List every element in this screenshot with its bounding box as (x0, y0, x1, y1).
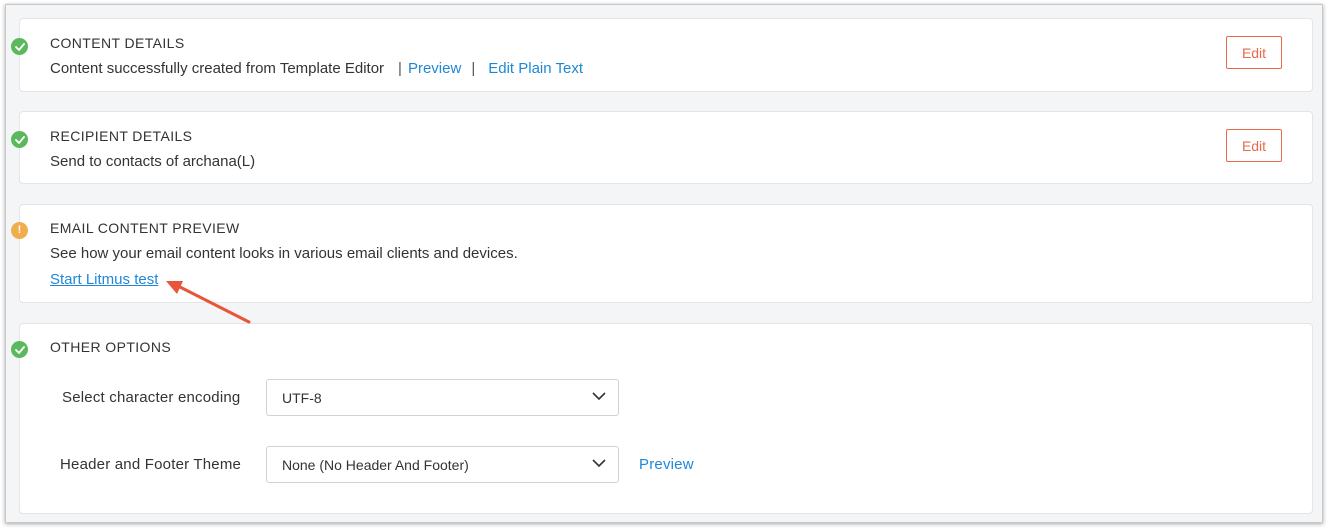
content-details-card: CONTENT DETAILS Content successfully cre… (11, 18, 1313, 92)
check-circle-icon (11, 131, 28, 148)
character-encoding-label: Select character encoding (62, 389, 241, 406)
check-circle-icon (11, 341, 28, 358)
other-options-title: OTHER OPTIONS (50, 339, 172, 355)
header-footer-theme-select[interactable]: None (No Header And Footer) (266, 446, 619, 483)
chevron-down-icon (592, 459, 606, 468)
content-details-title: CONTENT DETAILS (50, 35, 185, 51)
email-content-preview-card: ! EMAIL CONTENT PREVIEW See how your ema… (11, 204, 1313, 303)
header-footer-theme-label: Header and Footer Theme (60, 456, 242, 473)
header-footer-theme-value: None (No Header And Footer) (282, 456, 469, 473)
email-preview-description: See how your email content looks in vari… (50, 245, 518, 262)
check-circle-icon (11, 38, 28, 55)
recipient-details-card: RECIPIENT DETAILS Send to contacts of ar… (11, 111, 1313, 184)
recipient-edit-button[interactable]: Edit (1226, 129, 1282, 162)
start-litmus-test-link[interactable]: Start Litmus test (50, 271, 158, 288)
theme-preview-link[interactable]: Preview (639, 456, 694, 473)
recipient-details-description: Send to contacts of archana(L) (50, 153, 256, 170)
content-details-description: Content successfully created from Templa… (50, 60, 385, 77)
email-preview-title: EMAIL CONTENT PREVIEW (50, 220, 240, 236)
recipient-details-title: RECIPIENT DETAILS (50, 128, 193, 144)
content-details-description-row: Content successfully created from Templa… (50, 60, 583, 77)
campaign-review-panel: CONTENT DETAILS Content successfully cre… (5, 4, 1323, 523)
separator: | (471, 60, 476, 77)
character-encoding-select[interactable]: UTF-8 (266, 379, 619, 416)
separator: | (398, 60, 402, 77)
litmus-link-row: Start Litmus test (50, 271, 158, 288)
edit-plain-text-link[interactable]: Edit Plain Text (488, 60, 583, 77)
character-encoding-value: UTF-8 (282, 389, 322, 406)
content-preview-link[interactable]: Preview (408, 60, 461, 77)
warning-circle-icon: ! (11, 222, 28, 239)
other-options-card: OTHER OPTIONS Select character encoding … (11, 323, 1313, 514)
chevron-down-icon (592, 392, 606, 401)
content-edit-button[interactable]: Edit (1226, 36, 1282, 69)
